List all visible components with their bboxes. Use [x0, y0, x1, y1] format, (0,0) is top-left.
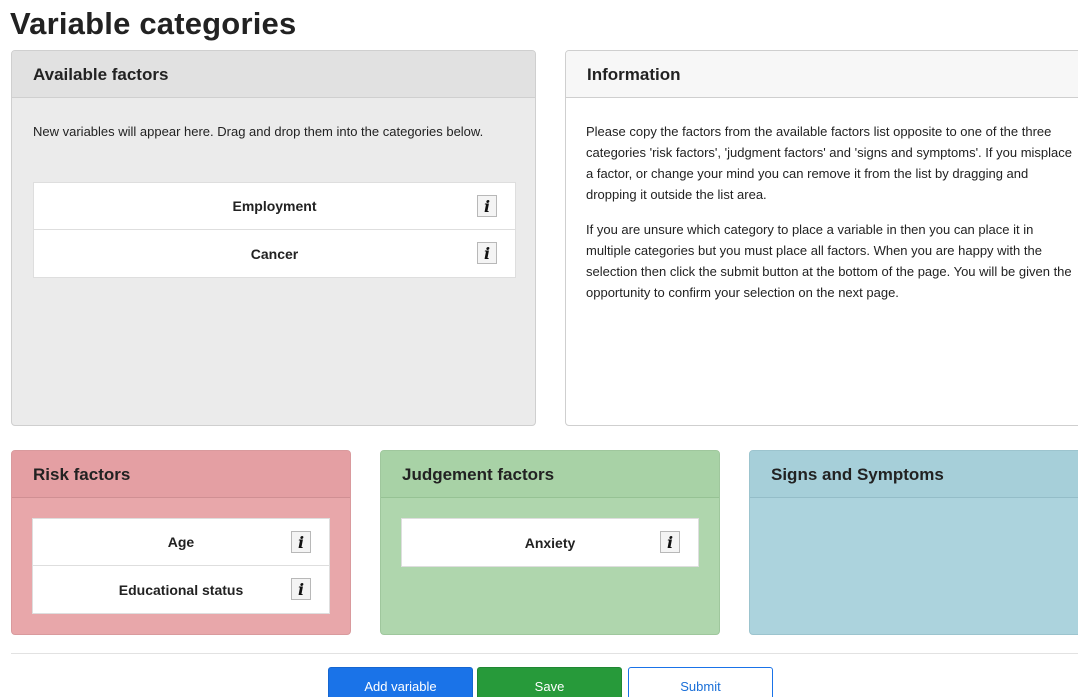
factor-item-cancer[interactable]: Cancer i: [34, 230, 515, 277]
save-button[interactable]: Save: [477, 667, 622, 697]
signs-and-symptoms-title: Signs and Symptoms: [750, 451, 1078, 498]
judgement-factors-title: Judgement factors: [381, 451, 719, 498]
divider: [11, 653, 1078, 654]
factor-label: Age: [167, 534, 195, 550]
risk-factors-panel[interactable]: Risk factors Age i Educational status i: [11, 450, 351, 635]
available-factors-description: New variables will appear here. Drag and…: [33, 124, 484, 139]
available-factors-list[interactable]: Employment i Cancer i: [33, 182, 516, 278]
information-paragraph: Please copy the factors from the availab…: [586, 124, 1072, 202]
info-icon[interactable]: i: [477, 242, 497, 264]
factor-item-educational-status[interactable]: Educational status i: [33, 566, 329, 613]
available-factors-title: Available factors: [12, 51, 535, 98]
judgement-factors-list[interactable]: Anxiety i: [401, 518, 699, 567]
information-title: Information: [566, 51, 1078, 98]
factor-label: Cancer: [250, 245, 299, 262]
judgement-factors-panel[interactable]: Judgement factors Anxiety i: [380, 450, 720, 635]
factor-item-age[interactable]: Age i: [33, 519, 329, 566]
page-title: Variable categories: [10, 6, 297, 41]
signs-and-symptoms-panel[interactable]: Signs and Symptoms: [749, 450, 1078, 635]
information-panel: Information Please copy the factors from…: [565, 50, 1078, 426]
information-paragraph: If you are unsure which category to plac…: [586, 222, 1072, 300]
information-text: Please copy the factors from the availab…: [586, 121, 1074, 317]
factor-item-employment[interactable]: Employment i: [34, 183, 515, 230]
factor-label: Anxiety: [524, 534, 576, 551]
add-variable-button[interactable]: Add variable: [328, 667, 473, 697]
info-icon[interactable]: i: [291, 578, 311, 600]
risk-factors-title: Risk factors: [12, 451, 350, 498]
factor-label: Educational status: [118, 581, 244, 598]
factor-label: Employment: [232, 198, 317, 214]
submit-button[interactable]: Submit: [628, 667, 773, 697]
info-icon[interactable]: i: [660, 531, 680, 553]
info-icon[interactable]: i: [477, 195, 497, 217]
factor-item-anxiety[interactable]: Anxiety i: [402, 519, 698, 566]
risk-factors-list[interactable]: Age i Educational status i: [32, 518, 330, 614]
available-factors-panel: Available factors New variables will app…: [11, 50, 536, 426]
info-icon[interactable]: i: [291, 531, 311, 553]
